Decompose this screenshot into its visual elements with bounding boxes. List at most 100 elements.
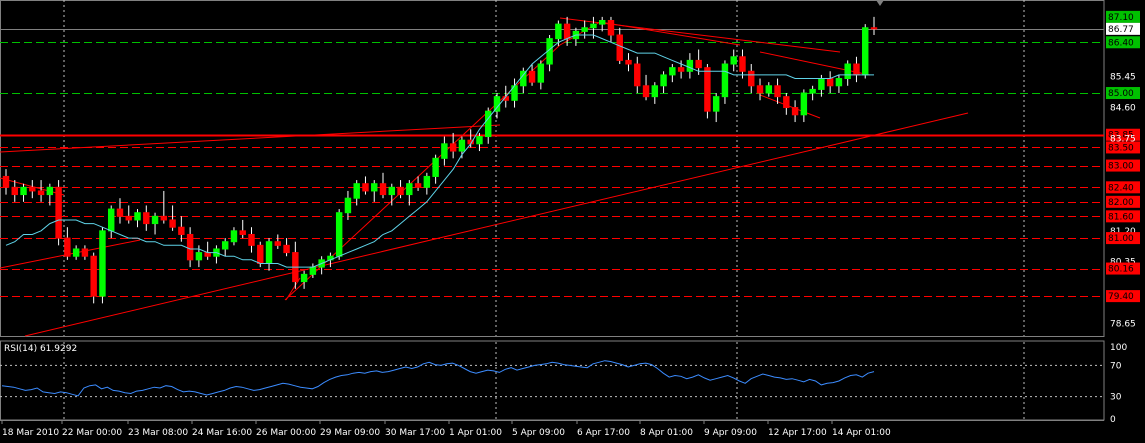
price-level-tag-label: 82.00 (1108, 198, 1134, 208)
candle (485, 107, 492, 144)
candle-body-down (870, 27, 878, 30)
candle-body-up (721, 63, 729, 98)
rsi-tick-label: 70 (1110, 361, 1122, 371)
candle-body-up (134, 212, 141, 221)
time-tick-label: 18 Mar 2010 (2, 428, 59, 438)
candle (125, 205, 132, 224)
candle (721, 60, 729, 104)
candle-body-up (765, 85, 773, 94)
rsi-panel: 100 70 30 0 (0, 343, 1127, 425)
candle (756, 78, 764, 101)
candle-body-up (598, 20, 606, 25)
candle-body-down (362, 183, 369, 192)
candle-body-up (335, 212, 343, 257)
candle (37, 180, 45, 202)
candle (81, 245, 89, 260)
candle-body-up (46, 186, 54, 196)
candle-body-down (625, 59, 632, 65)
candle (186, 227, 194, 268)
candle-body-up (406, 183, 413, 196)
candle (449, 132, 457, 159)
candle (730, 49, 737, 72)
candle (143, 205, 150, 231)
candle (213, 245, 220, 264)
candle-body-down (169, 219, 176, 228)
price-level-tag-label: 82.40 (1108, 183, 1134, 193)
candle-body-up (590, 23, 597, 29)
price-level-tag-label: 87.10 (1108, 13, 1134, 23)
candle-body-up (388, 186, 395, 196)
candle-body-down (748, 70, 755, 87)
candle (853, 56, 860, 83)
price-level-tag-label: 79.40 (1108, 292, 1134, 302)
candle-body-down (704, 67, 711, 112)
candle-body-down (826, 78, 834, 87)
candle (546, 35, 553, 72)
time-tick-label: 5 Apr 09:00 (512, 428, 565, 438)
candle-body-up (537, 63, 545, 83)
candle-body-up (660, 74, 667, 87)
candle (765, 82, 773, 97)
candle (774, 78, 781, 104)
candle-body-up (818, 78, 825, 90)
candle-body-up (309, 266, 317, 275)
time-tick-label: 1 Apr 01:00 (449, 428, 502, 438)
candle-body-up (99, 230, 106, 297)
price-tick-label: 84.60 (1110, 104, 1136, 114)
candle-body-down (11, 186, 18, 196)
candle-body-down (248, 233, 255, 246)
candle-body-up (476, 136, 483, 145)
candle (283, 238, 290, 257)
candle-body-down (2, 175, 10, 188)
candle (344, 190, 352, 220)
candle-body-down (283, 244, 290, 254)
candle (537, 60, 545, 90)
candle (844, 60, 851, 86)
candle (669, 64, 676, 83)
candle-body-up (712, 96, 720, 112)
candle-body-up (686, 59, 694, 72)
candle-body-up (555, 23, 562, 40)
candle (72, 245, 80, 260)
price-level-tag-label: 81.60 (1108, 212, 1134, 222)
trendlines-layer (0, 17, 969, 337)
candle-body-up (669, 67, 676, 76)
candle (151, 212, 159, 235)
candle (739, 49, 746, 79)
candle-body-down (791, 107, 799, 116)
candle (712, 93, 720, 123)
candle (379, 172, 387, 199)
time-tick-label: 9 Apr 09:00 (704, 428, 757, 438)
price-level-tag-label: 85.00 (1108, 89, 1134, 99)
candle-body-up (485, 110, 492, 138)
price-level-tag-label: 86.40 (1108, 38, 1134, 48)
candle-body-down (55, 186, 62, 239)
candle-body-down (739, 56, 746, 72)
candle (221, 238, 229, 257)
candle-body-up (20, 186, 27, 196)
candle-body-up (581, 27, 588, 32)
candle-body-down (528, 70, 536, 83)
price-axis: 87.1086.7786.4085.4585.0084.6083.8583.75… (876, 0, 1140, 329)
chart-shift-icon (876, 0, 884, 6)
candle-body-down (125, 215, 132, 221)
candle (204, 241, 211, 260)
time-tick-label: 26 Mar 00:00 (256, 428, 316, 438)
candles-layer (2, 16, 878, 304)
price-level-tag-label: 80.16 (1108, 265, 1134, 275)
candle-body-down (37, 190, 45, 196)
candle (248, 227, 255, 253)
candle (2, 169, 10, 195)
candle-body-down (29, 186, 36, 192)
candle (318, 256, 325, 275)
candle-body-up (230, 230, 238, 243)
candle-body-up (344, 197, 352, 214)
candle (748, 64, 755, 94)
candle (406, 180, 413, 206)
candle-body-down (239, 230, 246, 235)
time-tick-label: 30 Mar 17:00 (385, 428, 445, 438)
candle-body-down (695, 59, 702, 69)
candle-body-up (72, 248, 80, 257)
candle-body-up (441, 143, 448, 159)
candle-body-up (520, 70, 527, 87)
